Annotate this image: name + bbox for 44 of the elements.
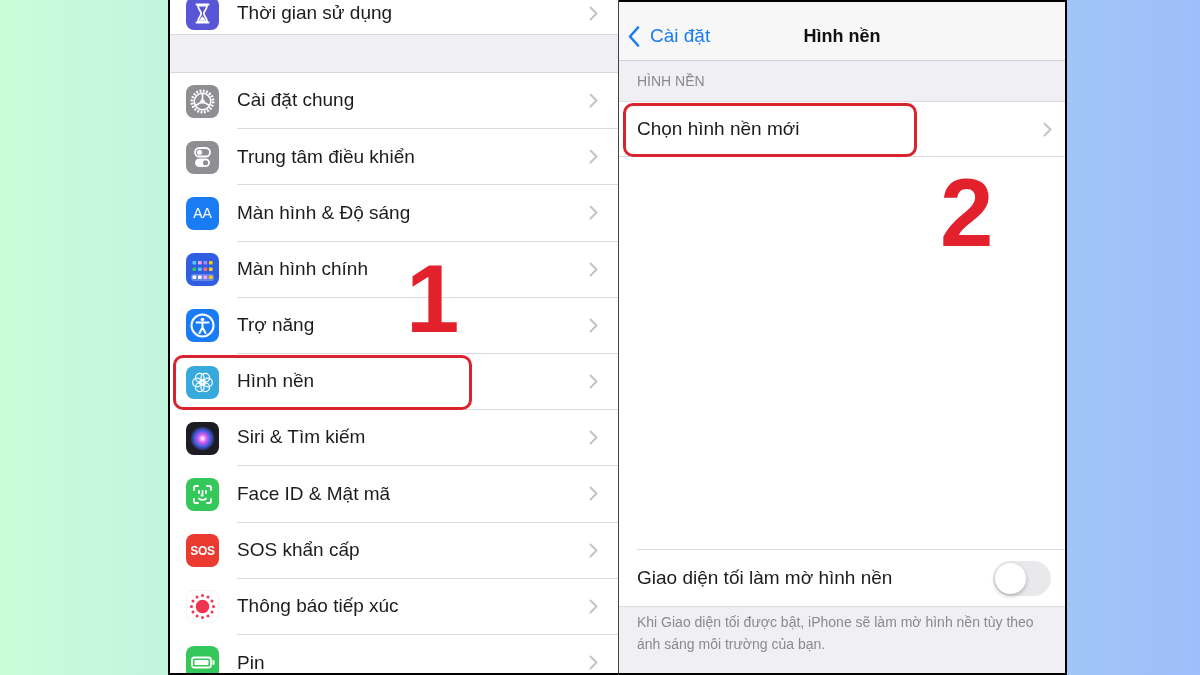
- toggle-switches-icon: [186, 140, 219, 174]
- settings-item[interactable]: SOS khẩn cấp: [237, 535, 360, 565]
- sos-icon: SOS: [186, 534, 219, 568]
- chevron-icon: [589, 261, 598, 277]
- settings-item[interactable]: Cài đặt chung: [237, 86, 355, 115]
- chevron-icon: [589, 430, 598, 446]
- back-button[interactable]: Cài đặt: [619, 21, 711, 51]
- footer-note: Khi Giao diện tối được bật, iPhone sẽ làm mờ hình nền tùy theo ánh sáng môi trường của bạn.: [637, 613, 1035, 654]
- settings-item[interactable]: Thông báo tiếp xúc: [237, 592, 399, 621]
- chevron-icon: [589, 317, 598, 333]
- orb-icon: [186, 421, 219, 455]
- chevron-icon: [589, 655, 598, 671]
- settings-item[interactable]: Hình nền: [237, 367, 315, 396]
- settings-item[interactable]: Face ID & Mật mã: [237, 479, 391, 509]
- settings-item[interactable]: Màn hình & Độ sáng: [237, 198, 411, 228]
- chevron-icon: [589, 542, 598, 558]
- chevron-icon: [589, 93, 598, 109]
- settings-item[interactable]: Chọn hình nền mới: [637, 114, 800, 144]
- chevron-icon: [589, 205, 598, 221]
- toggle-label: Giao diện tối làm mờ hình nền: [637, 565, 893, 590]
- section-header: HÌNH NỀN: [637, 72, 705, 91]
- dot-ring-icon: [186, 590, 219, 624]
- aa-icon: AA: [186, 196, 219, 230]
- app-grid-icon: [186, 253, 219, 287]
- chevron-icon: [589, 374, 598, 390]
- settings-item[interactable]: Thời gian sử dụng: [237, 0, 393, 28]
- gear-icon: [186, 84, 219, 118]
- screen-title: Hình nền: [803, 24, 881, 48]
- settings-item[interactable]: Màn hình chính: [237, 254, 368, 284]
- chevron-icon: [1043, 121, 1052, 137]
- step-number: 1: [406, 251, 460, 347]
- chevron-icon: [589, 149, 598, 165]
- back-chevron-icon: [628, 25, 640, 47]
- chevron-icon: [589, 486, 598, 502]
- settings-item[interactable]: Trợ năng: [237, 311, 315, 340]
- chevron-icon: [589, 5, 598, 21]
- settings-item[interactable]: Pin: [237, 648, 265, 673]
- settings-item[interactable]: Trung tâm điều khiển: [237, 142, 415, 172]
- face-scan-icon: [186, 477, 219, 511]
- toggle-switch[interactable]: [993, 560, 1051, 596]
- settings-item[interactable]: Siri & Tìm kiếm: [237, 423, 366, 452]
- flower-icon: [186, 365, 219, 399]
- chevron-icon: [589, 598, 598, 614]
- step-number: 2: [940, 165, 994, 261]
